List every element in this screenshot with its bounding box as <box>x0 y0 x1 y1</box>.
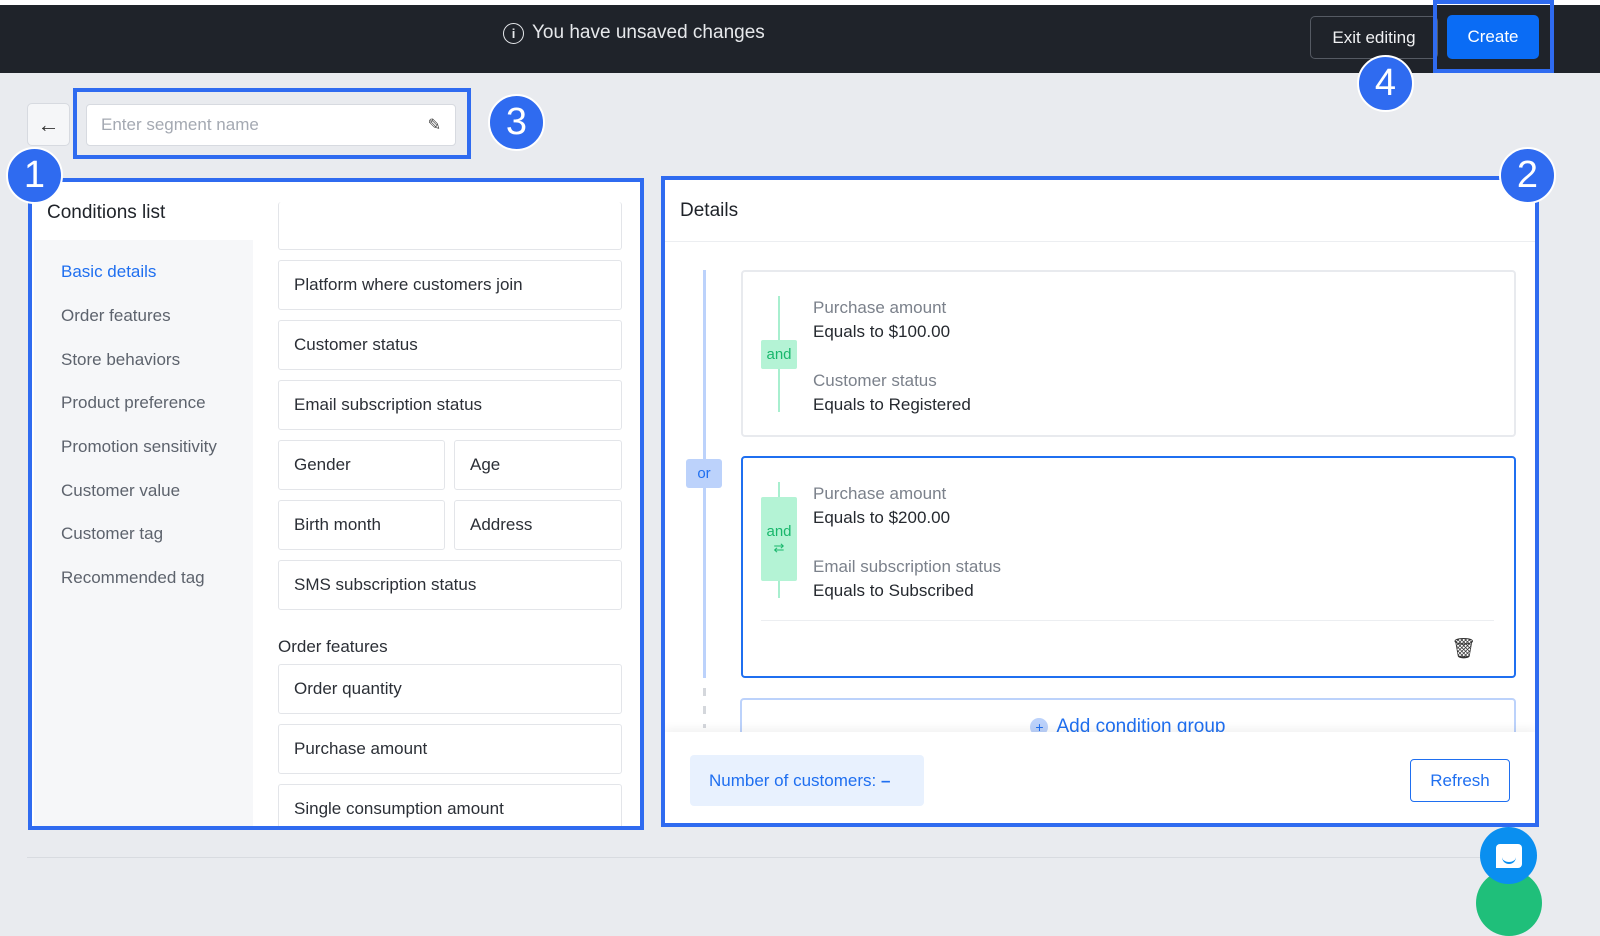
section-heading: Order features <box>278 637 388 656</box>
and-toggle[interactable]: and <box>761 340 797 369</box>
trash-icon[interactable]: 🗑 <box>1451 636 1476 661</box>
info-icon: i <box>503 22 524 44</box>
condition-label: Customer status <box>813 371 937 390</box>
nav-store-behaviors[interactable]: Store behaviors <box>61 350 180 370</box>
and-label: and <box>766 522 792 540</box>
annotation-badge-2: 2 <box>1499 147 1556 204</box>
refresh-button[interactable]: Refresh <box>1410 759 1510 802</box>
segment-name-field[interactable]: ✎ <box>86 104 456 146</box>
panel-title: Details <box>680 200 739 221</box>
divider <box>665 241 1535 242</box>
annotation-badge-3: 3 <box>488 94 545 151</box>
condition-item[interactable]: Platform where customers join <box>278 260 622 310</box>
annotation-badge-4: 4 <box>1357 55 1414 112</box>
chat-support-button[interactable] <box>1480 827 1537 884</box>
condition-item[interactable]: Purchase amount <box>278 724 622 774</box>
divider <box>761 620 1494 621</box>
exit-editing-button[interactable]: Exit editing <box>1310 16 1438 59</box>
count-label: Number of customers: <box>709 770 877 790</box>
count-value: – <box>880 770 891 790</box>
condition-item[interactable]: Gender <box>278 440 445 490</box>
condition-label: Purchase amount <box>813 484 947 503</box>
condition-item[interactable]: Email subscription status <box>278 380 622 430</box>
condition-item-partial[interactable] <box>278 202 622 250</box>
condition-value: Equals to $100.00 <box>813 322 951 341</box>
divider <box>27 857 1487 858</box>
back-button[interactable]: ← <box>27 103 70 146</box>
annotation-badge-1: 1 <box>6 147 63 204</box>
swap-icon: ⇄ <box>773 539 785 555</box>
condition-item[interactable]: Order quantity <box>278 664 622 714</box>
condition-label: Purchase amount <box>813 298 947 317</box>
nav-recommended-tag[interactable]: Recommended tag <box>61 568 205 588</box>
condition-item[interactable]: Single consumption amount <box>278 784 622 826</box>
unsaved-notice: i You have unsaved changes <box>503 22 765 44</box>
nav-customer-value[interactable]: Customer value <box>61 481 180 501</box>
nav-promotion-sensitivity[interactable]: Promotion sensitivity <box>61 437 217 457</box>
condition-item[interactable]: Birth month <box>278 500 445 550</box>
condition-value: Equals to Subscribed <box>813 581 974 600</box>
details-footer: Number of customers: – Refresh <box>665 732 1535 823</box>
chat-icon <box>1495 843 1522 868</box>
category-nav: Basic details Order features Store behav… <box>34 240 253 826</box>
condition-group-2[interactable]: and ⇄ Purchase amount Equals to $200.00 E… <box>741 456 1516 678</box>
arrow-left-icon: ← <box>37 111 60 137</box>
condition-value: Equals to Registered <box>813 395 971 414</box>
customer-count: Number of customers: – <box>690 755 924 806</box>
nav-basic-details[interactable]: Basic details <box>61 262 156 282</box>
condition-item[interactable]: Address <box>454 500 622 550</box>
nav-customer-tag[interactable]: Customer tag <box>61 524 163 544</box>
condition-item[interactable]: SMS subscription status <box>278 560 622 610</box>
condition-group-1[interactable]: and Purchase amount Equals to $100.00 Cu… <box>741 270 1516 437</box>
condition-label: Email subscription status <box>813 557 1002 576</box>
and-label: and <box>766 346 792 363</box>
condition-item[interactable]: Customer status <box>278 320 622 370</box>
nav-product-preference[interactable]: Product preference <box>61 393 206 413</box>
or-connector-dashed <box>703 688 706 728</box>
condition-item[interactable]: Age <box>454 440 622 490</box>
details-panel: Details or and Purchase amount Equals to… <box>661 176 1539 827</box>
and-toggle[interactable]: and ⇄ <box>761 497 797 581</box>
conditions-list-panel: Conditions list Basic details Order feat… <box>28 178 644 830</box>
segment-name-input[interactable] <box>101 115 401 135</box>
edit-pencil-icon: ✎ <box>427 117 441 134</box>
unsaved-text: You have unsaved changes <box>532 22 765 43</box>
panel-title: Conditions list <box>47 202 166 223</box>
create-button[interactable]: Create <box>1447 15 1539 59</box>
condition-value: Equals to $200.00 <box>813 508 951 527</box>
or-toggle[interactable]: or <box>686 459 722 488</box>
nav-order-features[interactable]: Order features <box>61 306 171 326</box>
